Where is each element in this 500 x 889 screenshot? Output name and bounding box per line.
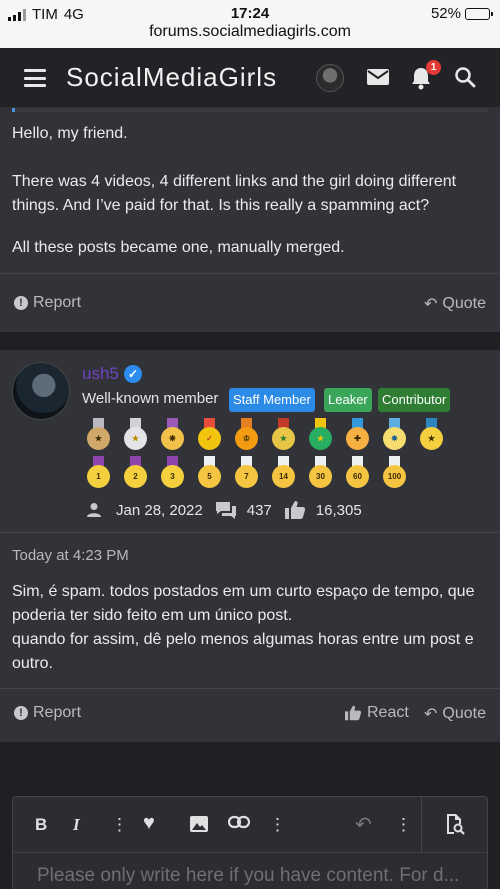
medal-icon[interactable]: ★: [269, 418, 298, 452]
verified-badge-icon: ✓: [124, 365, 142, 383]
contributor-tag: Contributor: [378, 388, 451, 412]
medal-icon[interactable]: ♔: [232, 418, 261, 452]
report-link[interactable]: ! Report: [14, 704, 81, 722]
undo-icon[interactable]: ↶: [355, 812, 372, 837]
reply-editor: B I ⋮ ♥ ⋮ ↶ ⋮: [12, 796, 488, 889]
medal-icon[interactable]: ❋: [158, 418, 187, 452]
divider: [0, 532, 500, 533]
medal-icon[interactable]: 2: [121, 456, 150, 490]
author-avatar[interactable]: [12, 362, 70, 420]
medal-icon[interactable]: ★: [84, 418, 113, 452]
post-message: Hello, my friend. There was 4 videos, 4 …: [0, 108, 500, 332]
divider: [0, 688, 500, 689]
medal-day-label: 7: [235, 465, 258, 488]
quote-link[interactable]: ↶ Quote: [424, 294, 486, 314]
medal-icon[interactable]: ★: [306, 418, 335, 452]
heart-icon[interactable]: ♥: [143, 812, 155, 835]
italic-button[interactable]: I: [73, 815, 80, 835]
user-icon: [87, 503, 101, 517]
report-icon: !: [14, 706, 28, 720]
quote-label: Quote: [442, 295, 486, 312]
messages-icon: [215, 502, 236, 519]
editor-toolbar: B I ⋮ ♥ ⋮ ↶ ⋮: [13, 797, 487, 853]
medal-icon[interactable]: 100: [380, 456, 409, 490]
reply-text-input[interactable]: [37, 861, 477, 889]
more-options-icon[interactable]: ⋮: [395, 815, 412, 835]
join-date: Jan 28, 2022: [116, 501, 203, 519]
post-timestamp[interactable]: Today at 4:23 PM: [12, 547, 129, 564]
thumbs-up-icon: [284, 501, 305, 519]
search-icon[interactable]: [454, 66, 476, 88]
quote-block-edge: [12, 108, 488, 112]
author-username[interactable]: ush5: [82, 364, 119, 384]
medal-icon[interactable]: 60: [343, 456, 372, 490]
thumbs-up-icon: [345, 705, 362, 721]
clock: 17:24: [230, 5, 270, 22]
notification-badge: 1: [426, 60, 441, 75]
mail-icon[interactable]: [366, 66, 390, 88]
post-paragraph: All these posts became one, manually mer…: [12, 239, 345, 256]
medal-day-label: 30: [309, 465, 332, 488]
react-label: React: [367, 704, 409, 721]
user-avatar[interactable]: [316, 64, 344, 92]
medal-row: 1 2 3 5 7 14 30 60 100: [84, 456, 464, 490]
medal-icon[interactable]: ✸: [380, 418, 409, 452]
reply-arrow-icon: ↶: [424, 296, 438, 313]
post-paragraph: quando for assim, dê pelo menos algumas …: [12, 631, 474, 672]
report-link[interactable]: ! Report: [14, 294, 81, 312]
preview-icon: [447, 814, 465, 835]
message-count: 437: [246, 501, 272, 519]
post-separator: [0, 332, 500, 350]
status-bar: TIM 4G 17:24 52% forums.socialmediagirls…: [0, 0, 500, 48]
image-icon[interactable]: [189, 815, 209, 833]
post-message: ush5 ✓ Well-known member Staff Member Le…: [0, 350, 500, 742]
medal-collection: ★ ★ ❋ ✓ ♔ ★ ★ ✚ ✸ ★ 1 2 3 5 7 14 30 60 1…: [84, 418, 464, 494]
staff-member-tag: Staff Member: [229, 388, 315, 412]
more-insert-options-icon[interactable]: ⋮: [269, 815, 286, 835]
medal-icon[interactable]: 7: [232, 456, 261, 490]
bold-button[interactable]: B: [35, 815, 47, 835]
medal-icon[interactable]: 30: [306, 456, 335, 490]
site-logo[interactable]: SocialMediaGirls: [66, 62, 277, 93]
status-bar-right: 52%: [430, 5, 493, 22]
medal-day-label: 5: [198, 465, 221, 488]
medal-icon[interactable]: ★: [417, 418, 446, 452]
address-bar[interactable]: forums.socialmediagirls.com: [0, 23, 500, 41]
medal-row: ★ ★ ❋ ✓ ♔ ★ ★ ✚ ✸ ★: [84, 418, 464, 452]
medal-icon[interactable]: 3: [158, 456, 187, 490]
medal-icon[interactable]: ✓: [195, 418, 224, 452]
menu-icon[interactable]: [24, 69, 46, 87]
medal-icon[interactable]: 14: [269, 456, 298, 490]
medal-icon[interactable]: 5: [195, 456, 224, 490]
medal-day-label: 60: [346, 465, 369, 488]
more-text-options-icon[interactable]: ⋮: [111, 815, 128, 835]
link-icon[interactable]: [228, 815, 250, 829]
quote-link[interactable]: ↶ Quote: [424, 704, 486, 724]
medal-icon[interactable]: 1: [84, 456, 113, 490]
report-icon: !: [14, 296, 28, 310]
report-label: Report: [33, 704, 82, 721]
post-paragraph: Sim, é spam. todos postados em um curto …: [12, 583, 475, 624]
medal-icon[interactable]: ✚: [343, 418, 372, 452]
reply-arrow-icon: ↶: [424, 706, 438, 723]
post-paragraph: There was 4 videos, 4 different links an…: [12, 173, 457, 214]
battery-icon: [465, 7, 493, 20]
battery-percent: 52%: [430, 5, 461, 22]
report-label: Report: [33, 294, 82, 311]
medal-day-label: 14: [272, 465, 295, 488]
react-link[interactable]: React: [344, 704, 409, 722]
medal-day-label: 100: [383, 465, 406, 488]
medal-icon[interactable]: ★: [121, 418, 150, 452]
preview-button[interactable]: [421, 797, 487, 853]
leaker-tag: Leaker: [324, 388, 372, 412]
divider: [0, 273, 500, 274]
quote-label: Quote: [442, 705, 486, 722]
post-paragraph: Hello, my friend.: [12, 125, 128, 142]
user-title: Well-known member: [82, 390, 219, 407]
site-header: SocialMediaGirls: [0, 48, 500, 108]
user-stats: Jan 28, 2022 437 16,305: [86, 500, 362, 520]
reaction-score: 16,305: [315, 501, 362, 519]
